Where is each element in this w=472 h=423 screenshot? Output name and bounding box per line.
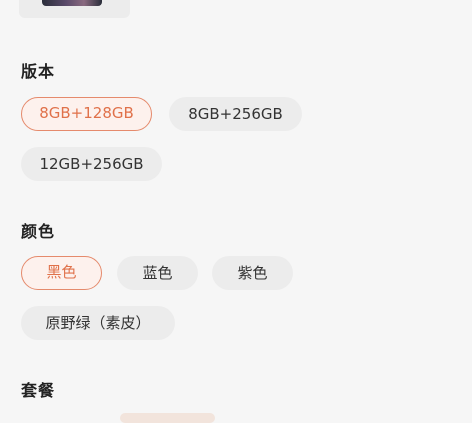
version-option-8gb-256gb[interactable]: 8GB+256GB [169, 97, 302, 131]
color-option-field-green-vegan-leather[interactable]: 原野绿（素皮） [21, 306, 175, 340]
color-option-purple[interactable]: 紫色 [212, 256, 293, 290]
color-option-blue[interactable]: 蓝色 [117, 256, 198, 290]
package-section-title: 套餐 [21, 381, 56, 400]
version-option-8gb-128gb[interactable]: 8GB+128GB [21, 97, 152, 131]
phone-image [42, 0, 102, 6]
package-option-partial[interactable] [120, 413, 215, 423]
product-thumbnail[interactable] [19, 0, 130, 18]
version-section-title: 版本 [21, 62, 56, 81]
version-option-12gb-256gb[interactable]: 12GB+256GB [21, 147, 162, 181]
color-option-black[interactable]: 黑色 [21, 256, 102, 290]
color-section-title: 颜色 [21, 222, 56, 241]
